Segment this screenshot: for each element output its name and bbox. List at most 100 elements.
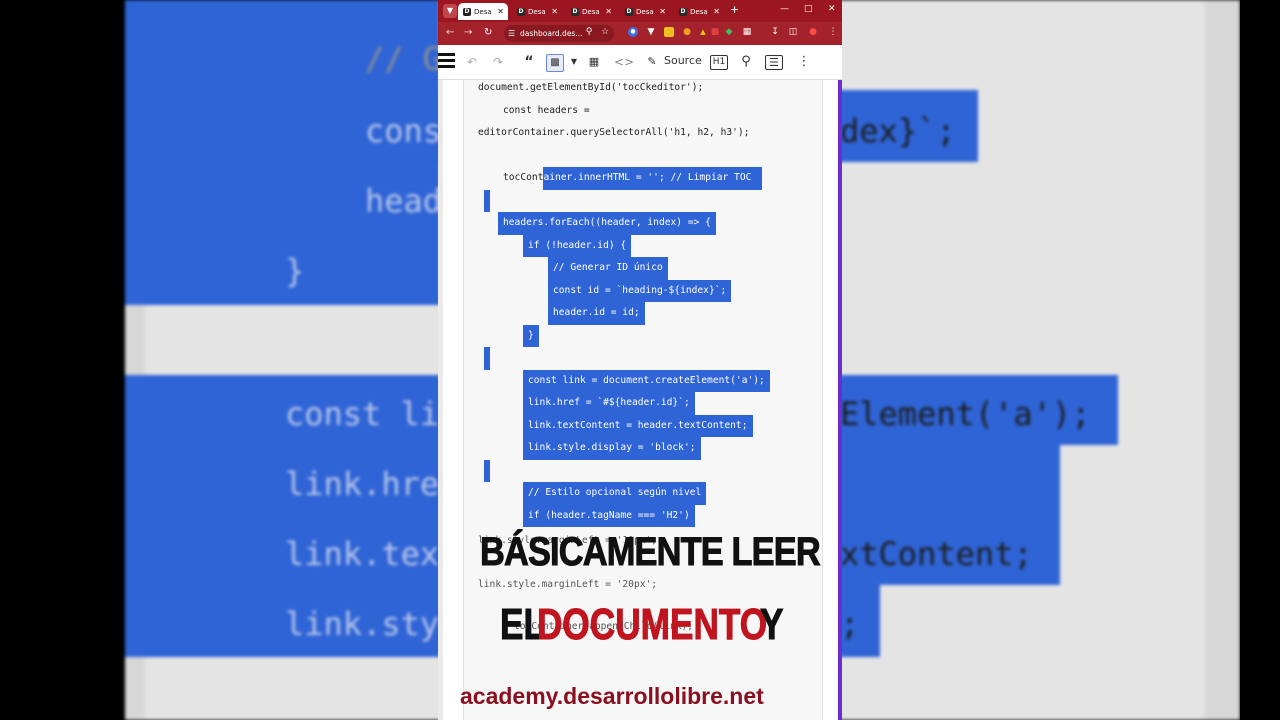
bookmark-star-icon[interactable]: ☆ — [600, 27, 610, 37]
favicon-icon: D — [679, 7, 687, 16]
address-bar: ← → ↻ ☰ dashboard.des... ⚲ ☆ ● ▼ ● ▲ ■ ◆… — [438, 22, 842, 45]
hamburger-menu-icon[interactable] — [438, 53, 455, 73]
bg-code-text: link.hre — [285, 465, 440, 503]
undo-icon[interactable]: ↶ — [464, 54, 480, 70]
code-line: // Generar ID único — [553, 262, 663, 273]
forward-icon[interactable]: → — [464, 27, 472, 38]
tab-label: Desa — [474, 7, 492, 16]
code-line: headers.forEach((header, index) => { — [503, 217, 711, 228]
bg-code-text: } — [285, 252, 305, 290]
tab-4[interactable]: D Desa ✕ — [620, 3, 670, 20]
extension-icon[interactable]: ■ — [710, 27, 720, 37]
code-line: const headers = — [503, 104, 590, 116]
new-tab-icon[interactable]: + — [730, 3, 739, 16]
caption-highlight-word: DOCUMENTO — [537, 600, 768, 650]
source-button[interactable]: Source — [664, 54, 702, 67]
selection-highlight — [484, 347, 490, 370]
bg-code-text: link.tex — [285, 535, 440, 573]
tab-close-icon[interactable]: ✕ — [497, 7, 504, 16]
favicon-icon: D — [625, 7, 633, 16]
tab-search-icon[interactable]: ▼ — [443, 4, 457, 18]
extension-icon[interactable]: ▲ — [698, 27, 708, 37]
tab-2[interactable]: D Desa ✕ — [512, 3, 562, 20]
bg-code-text: cons — [365, 112, 443, 150]
select-all-icon[interactable]: ▩ — [546, 54, 564, 72]
code-line: link.textContent = header.textContent; — [528, 419, 748, 431]
bg-code-text: dex}`; — [840, 112, 956, 150]
code-line: link.href = `#${header.id}`; — [528, 397, 690, 408]
extension-icon[interactable]: ● — [682, 27, 692, 37]
caption-line-2-end: Y — [760, 600, 784, 650]
maximize-icon[interactable]: □ — [804, 4, 813, 14]
extension-icon[interactable] — [664, 27, 674, 37]
code-line: } — [528, 329, 534, 341]
tab-close-icon[interactable]: ✕ — [605, 7, 612, 16]
extension-icon[interactable]: ● — [628, 27, 638, 37]
blockquote-icon[interactable]: “ — [522, 54, 536, 70]
code-line: const id = `heading-${index}`; — [553, 284, 727, 296]
more-icon[interactable]: ⋮ — [796, 54, 812, 70]
extensions-puzzle-icon[interactable]: ▦ — [742, 27, 752, 37]
tab-1[interactable]: D Desa ✕ — [458, 3, 508, 20]
bg-right-border — [1240, 0, 1280, 720]
editor-toolbar: ↶ ↷ “ ▩ ▼ ▦ <> ✎ Source H1 ⚲ ☰ ⋮ — [438, 45, 842, 80]
extension-icon[interactable]: ▼ — [646, 27, 656, 37]
zoom-icon[interactable]: ⚲ — [584, 27, 594, 37]
website-url: academy.desarrollolibre.net — [460, 683, 764, 709]
code-line: tocContainer.innerHTML = ''; // Limpiar … — [503, 172, 752, 183]
code-line: document.getElementById('tocCkeditor'); — [478, 82, 704, 93]
tab-label: Desa — [690, 7, 708, 16]
bg-code-text: head — [365, 182, 443, 220]
favicon-icon: D — [571, 7, 579, 16]
code-line: if (header.tagName === 'H2') — [528, 509, 690, 521]
code-line: header.id = id; — [553, 307, 640, 318]
selection-highlight — [484, 459, 490, 482]
back-icon[interactable]: ← — [446, 27, 454, 38]
bg-code-text: // G — [365, 40, 443, 78]
html-embed-icon[interactable]: ▦ — [586, 54, 602, 70]
show-blocks-icon[interactable]: ☰ — [765, 55, 783, 70]
bg-code-text: const li — [285, 395, 440, 433]
code-line: link.style.marginLeft = '20px'; — [478, 579, 658, 590]
code-line: // Estilo opcional según nivel — [528, 487, 702, 498]
favicon-icon: D — [463, 7, 471, 16]
find-icon[interactable]: ⚲ — [738, 54, 754, 70]
code-line: const link = document.createElement('a')… — [528, 374, 765, 386]
redo-icon[interactable]: ↷ — [490, 54, 506, 70]
tab-close-icon[interactable]: ✕ — [713, 7, 720, 16]
window-close-icon[interactable]: ✕ — [828, 4, 836, 14]
site-info-icon[interactable]: ☰ — [508, 25, 515, 42]
bg-code-text: ; — [840, 605, 860, 643]
tab-5[interactable]: D Desa ✕ — [674, 3, 724, 20]
caption-line-1: BÁSICAMENTE LEER — [480, 530, 822, 575]
heading-icon[interactable]: H1 — [710, 55, 728, 70]
tab-bar: ▼ D Desa ✕ D Desa ✕ D Desa ✕ D Desa ✕ D … — [438, 0, 842, 22]
tab-label: Desa — [582, 7, 600, 16]
tab-close-icon[interactable]: ✕ — [551, 7, 558, 16]
right-accent-bar — [838, 80, 842, 720]
tab-3[interactable]: D Desa ✕ — [566, 3, 616, 20]
left-scrollbar — [438, 80, 443, 720]
tab-close-icon[interactable]: ✕ — [659, 7, 666, 16]
bg-code-text: link.sty — [285, 605, 440, 643]
bg-code-text: xtContent; — [840, 535, 1033, 573]
tab-label: Desa — [636, 7, 654, 16]
url-text: dashboard.des... — [520, 29, 583, 38]
source-icon[interactable]: ✎ — [644, 54, 660, 70]
code-icon[interactable]: <> — [614, 54, 634, 70]
minimize-icon[interactable]: — — [780, 4, 789, 14]
browser-menu-icon[interactable]: ⋮ — [828, 27, 838, 37]
selection-highlight — [484, 189, 490, 212]
dropdown-icon[interactable]: ▼ — [569, 54, 579, 70]
tab-label: Desa — [528, 7, 546, 16]
reload-icon[interactable]: ↻ — [484, 27, 492, 38]
split-icon[interactable]: ◫ — [788, 27, 798, 37]
profile-icon[interactable]: ● — [808, 27, 818, 37]
bg-code-text: Element('a'); — [840, 395, 1091, 433]
download-icon[interactable]: ↧ — [770, 27, 780, 37]
code-line: if (!header.id) { — [528, 239, 627, 251]
bg-left-border — [0, 0, 125, 720]
url-field[interactable]: ☰ dashboard.des... — [504, 25, 614, 42]
extension-icon[interactable]: ◆ — [724, 27, 734, 37]
favicon-icon: D — [517, 7, 525, 16]
